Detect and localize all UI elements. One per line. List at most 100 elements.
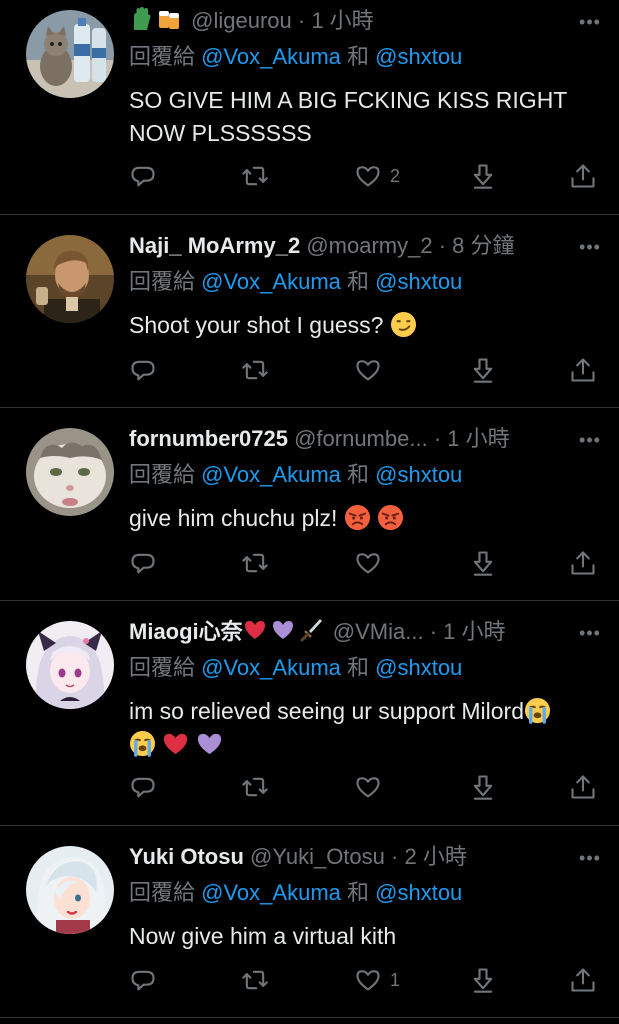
user-name[interactable]: Naji_ MoArmy_2 — [129, 233, 300, 258]
download-icon — [473, 358, 493, 383]
reply-button[interactable] — [129, 545, 157, 581]
like-button[interactable] — [354, 769, 382, 805]
download-button[interactable] — [469, 769, 497, 805]
tweet-actions: 1 — [129, 962, 599, 998]
loudly-crying-face-emoji — [524, 697, 551, 724]
reply-icon — [131, 777, 155, 798]
share-icon — [571, 775, 595, 799]
like-button[interactable]: 2 — [354, 158, 400, 194]
download-button[interactable] — [469, 545, 497, 581]
avatar[interactable] — [26, 235, 114, 323]
mention-link[interactable]: @shxtou — [375, 269, 462, 294]
avatar[interactable] — [26, 428, 114, 516]
mention-link[interactable]: @Vox_Akuma — [201, 44, 341, 69]
user-name[interactable]: fornumber0725 — [129, 426, 288, 451]
avatar[interactable] — [26, 10, 114, 98]
tweet-time[interactable]: 8 分鐘 — [452, 233, 514, 258]
reply-icon — [131, 970, 155, 991]
reply-prefix: 回覆給 — [129, 44, 196, 69]
share-icon — [571, 164, 595, 188]
smirking-face-emoji — [390, 311, 417, 338]
reply-button[interactable] — [129, 158, 157, 194]
download-icon — [473, 968, 493, 993]
raised-back-of-hand-emoji — [129, 6, 153, 32]
retweet-button[interactable] — [241, 545, 269, 581]
tweet-text: im so relieved seeing ur support Milord — [129, 695, 599, 761]
divider — [0, 407, 619, 408]
retweet-button[interactable] — [241, 158, 269, 194]
tweet-actions — [129, 545, 599, 581]
purple-heart-emoji — [271, 617, 295, 643]
reply-button[interactable] — [129, 769, 157, 805]
tweet-time[interactable]: 1 小時 — [311, 8, 373, 33]
reply-button[interactable] — [129, 352, 157, 388]
more-icon[interactable]: ••• — [575, 846, 605, 870]
divider — [0, 1017, 619, 1018]
like-button[interactable] — [354, 352, 382, 388]
reply-and: 和 — [347, 880, 370, 905]
more-icon[interactable]: ••• — [575, 428, 605, 452]
mention-link[interactable]: @Vox_Akuma — [201, 269, 341, 294]
download-button[interactable] — [469, 352, 497, 388]
like-count: 2 — [390, 165, 401, 186]
download-button[interactable] — [469, 962, 497, 998]
download-icon — [473, 775, 493, 800]
reply-prefix: 回覆給 — [129, 655, 196, 680]
like-button[interactable] — [354, 545, 382, 581]
tweet-time[interactable]: 1 小時 — [447, 426, 509, 451]
tweet-header: Naji_ MoArmy_2 @moarmy_2 · 8 分鐘 — [129, 231, 567, 261]
divider — [0, 825, 619, 826]
reply-to-line: 回覆給 @Vox_Akuma 和 @shxtou — [129, 460, 462, 490]
user-name[interactable]: Miaogi心奈 — [129, 619, 243, 644]
angry-face-emoji — [344, 504, 371, 531]
tweet-actions — [129, 769, 599, 805]
user-handle[interactable]: @VMia... — [333, 619, 424, 644]
tweet-time[interactable]: 2 小時 — [404, 844, 466, 869]
retweet-icon — [242, 360, 268, 380]
more-icon[interactable]: ••• — [575, 621, 605, 645]
tweet-text: Now give him a virtual kith — [129, 920, 599, 953]
retweet-button[interactable] — [241, 352, 269, 388]
user-handle[interactable]: @moarmy_2 — [306, 233, 432, 258]
divider — [0, 214, 619, 215]
mention-link[interactable]: @Vox_Akuma — [201, 655, 341, 680]
mention-link[interactable]: @shxtou — [375, 44, 462, 69]
share-button[interactable] — [569, 158, 597, 194]
user-handle[interactable]: @Yuki_Otosu — [250, 844, 385, 869]
mention-link[interactable]: @shxtou — [375, 462, 462, 487]
reply-button[interactable] — [129, 962, 157, 998]
tweet-time[interactable]: 1 小時 — [443, 619, 505, 644]
mention-link[interactable]: @shxtou — [375, 655, 462, 680]
tweet-header: Miaogi心奈 @VMia... · 1 小時 — [129, 617, 567, 647]
retweet-button[interactable] — [241, 769, 269, 805]
tweet-text-content: give him chuchu plz! — [129, 505, 338, 531]
retweet-icon — [242, 166, 268, 186]
more-icon[interactable]: ••• — [575, 235, 605, 259]
user-handle[interactable]: @fornumbe... — [294, 426, 428, 451]
share-icon — [571, 551, 595, 575]
more-icon[interactable]: ••• — [575, 10, 605, 34]
mention-link[interactable]: @shxtou — [375, 880, 462, 905]
reply-icon — [131, 360, 155, 381]
share-icon — [571, 968, 595, 992]
share-button[interactable] — [569, 769, 597, 805]
separator-dot: · — [433, 426, 442, 451]
like-button[interactable]: 1 — [354, 962, 400, 998]
share-button[interactable] — [569, 962, 597, 998]
download-button[interactable] — [469, 158, 497, 194]
tweet-header: @ligeurou · 1 小時 — [129, 6, 567, 36]
share-button[interactable] — [569, 352, 597, 388]
red-heart-emoji — [162, 730, 189, 757]
user-name[interactable]: Yuki Otosu — [129, 844, 244, 869]
avatar[interactable] — [26, 846, 114, 934]
avatar[interactable] — [26, 621, 114, 709]
mention-link[interactable]: @Vox_Akuma — [201, 880, 341, 905]
mention-link[interactable]: @Vox_Akuma — [201, 462, 341, 487]
retweet-button[interactable] — [241, 962, 269, 998]
tweet-actions — [129, 352, 599, 388]
share-button[interactable] — [569, 545, 597, 581]
heart-icon — [356, 166, 380, 187]
tweet-header: Yuki Otosu @Yuki_Otosu · 2 小時 — [129, 842, 567, 872]
user-handle[interactable]: @ligeurou — [191, 8, 292, 33]
red-heart-emoji — [243, 617, 267, 643]
